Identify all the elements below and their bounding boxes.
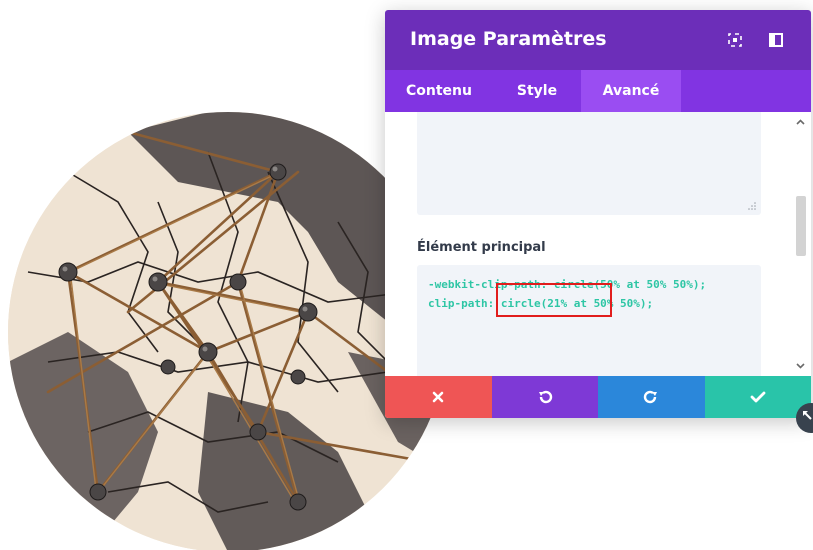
scroll-thumb[interactable]: [796, 196, 806, 256]
close-icon: [432, 391, 444, 403]
resize-grip-icon[interactable]: [748, 202, 756, 210]
resize-arrow-icon: [803, 411, 812, 420]
modal-footer: [385, 376, 811, 418]
tab-contenu[interactable]: Contenu: [385, 70, 493, 112]
save-button[interactable]: [704, 376, 811, 418]
scrollbar[interactable]: [790, 112, 811, 376]
modal-resize-handle[interactable]: [796, 403, 813, 433]
modal-header: Image Paramètres: [385, 10, 811, 70]
cancel-button[interactable]: [385, 376, 492, 418]
scroll-up-icon[interactable]: [795, 117, 806, 128]
tab-style[interactable]: Style: [493, 70, 581, 112]
redo-button[interactable]: [598, 376, 705, 418]
scroll-down-icon[interactable]: [795, 360, 806, 371]
redo-icon: [644, 390, 658, 404]
tab-avance[interactable]: Avancé: [581, 70, 681, 112]
main-element-css-field[interactable]: -webkit-clip-path: circle(50% at 50% 50%…: [417, 265, 761, 376]
page: Image Paramètres Contenu Style Avancé Él…: [0, 0, 813, 550]
expand-icon[interactable]: [725, 30, 745, 50]
sidebar-layout-icon[interactable]: [766, 30, 786, 50]
undo-icon: [538, 390, 552, 404]
main-element-label: Élément principal: [417, 240, 546, 255]
css-textarea-previous[interactable]: [417, 112, 761, 215]
tab-bar: Contenu Style Avancé: [385, 70, 811, 112]
image-settings-modal: Image Paramètres Contenu Style Avancé Él…: [385, 10, 811, 418]
highlight-annotation: [496, 283, 612, 317]
modal-title: Image Paramètres: [410, 28, 607, 50]
undo-button[interactable]: [491, 376, 598, 418]
modal-body: Élément principal -webkit-clip-path: cir…: [385, 112, 811, 376]
map-with-pins-and-string-image: [8, 112, 448, 550]
check-icon: [750, 391, 766, 403]
